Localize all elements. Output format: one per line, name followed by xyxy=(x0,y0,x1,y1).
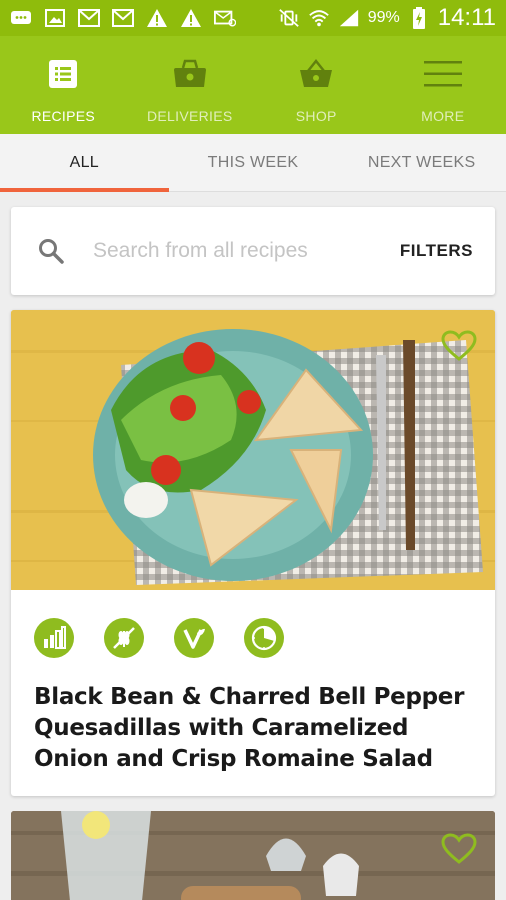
nav-item-shop[interactable]: SHOP xyxy=(253,36,380,134)
search-bar: FILTERS xyxy=(11,207,495,295)
missed-email-icon xyxy=(214,9,236,27)
nav-item-deliveries[interactable]: DELIVERIES xyxy=(127,36,254,134)
recipe-badges xyxy=(34,618,471,658)
search-input[interactable] xyxy=(93,239,400,263)
recipes-icon xyxy=(43,54,83,94)
search-icon[interactable] xyxy=(37,237,65,265)
gallery-icon xyxy=(44,9,66,27)
deliveries-icon xyxy=(170,54,210,94)
warning-icon xyxy=(180,9,202,27)
tab-this-week[interactable]: THIS WEEK xyxy=(169,134,338,191)
tab-all[interactable]: ALL xyxy=(0,134,169,192)
nav-item-more[interactable]: MORE xyxy=(380,36,506,134)
battery-percent: 99% xyxy=(367,9,400,26)
time-icon xyxy=(244,618,284,658)
nav-label-more: MORE xyxy=(421,108,465,124)
vegetarian-icon xyxy=(174,618,214,658)
tab-next-weeks[interactable]: NEXT WEEKS xyxy=(337,134,506,191)
nav-label-deliveries: DELIVERIES xyxy=(147,108,233,124)
gmail-icon xyxy=(112,9,134,27)
favorite-heart-icon[interactable] xyxy=(441,833,477,865)
vibrate-mute-icon xyxy=(278,9,300,27)
shop-basket-icon xyxy=(296,54,336,94)
top-navigation: RECIPES DELIVERIES SHOP MORE xyxy=(0,36,506,134)
status-bar: 99% 14:11 xyxy=(0,0,506,36)
warning-icon xyxy=(146,9,168,27)
nav-label-shop: SHOP xyxy=(295,108,337,124)
no-gluten-icon xyxy=(104,618,144,658)
nav-item-recipes[interactable]: RECIPES xyxy=(0,36,127,134)
signal-icon xyxy=(338,9,360,27)
recipe-tabs: ALL THIS WEEK NEXT WEEKS xyxy=(0,134,506,192)
clock: 14:11 xyxy=(437,4,496,31)
recipe-card[interactable]: Black Bean & Charred Bell Pepper Quesadi… xyxy=(11,310,495,796)
gmail-icon xyxy=(78,9,100,27)
message-icon xyxy=(10,9,32,27)
difficulty-icon xyxy=(34,618,74,658)
filters-button[interactable]: FILTERS xyxy=(400,241,473,261)
recipe-title[interactable]: Black Bean & Charred Bell Pepper Quesadi… xyxy=(34,682,471,775)
battery-charging-icon xyxy=(408,7,430,29)
recipe-card-body: Black Bean & Charred Bell Pepper Quesadi… xyxy=(11,590,495,775)
hamburger-menu-icon xyxy=(423,54,463,94)
recipe-card-next[interactable] xyxy=(11,811,495,900)
nav-label-recipes: RECIPES xyxy=(31,108,96,124)
recipe-photo xyxy=(11,310,495,590)
favorite-heart-icon[interactable] xyxy=(441,330,477,362)
wifi-icon xyxy=(308,9,330,27)
